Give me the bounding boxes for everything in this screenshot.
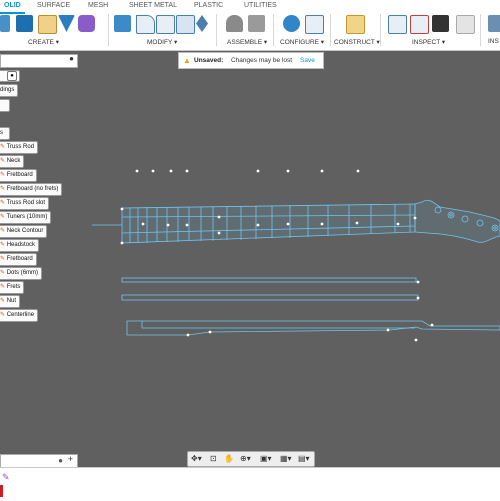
display-settings-icon[interactable]: ▣▾ bbox=[260, 453, 272, 465]
pan-icon[interactable]: ⊡ bbox=[210, 453, 217, 465]
headstock-outline[interactable] bbox=[414, 199, 500, 243]
timeline-bar: ✎ bbox=[0, 467, 500, 501]
navigation-bar: ✥▾ ⊡ ✋ ⊕▾ ▣▾ ▦▾ ▤▾ bbox=[187, 451, 315, 467]
timeline-marker-icon[interactable]: ✎ bbox=[2, 472, 10, 483]
comments-panel[interactable]: + ● bbox=[0, 454, 78, 468]
zoom-icon[interactable]: ⊕▾ bbox=[240, 453, 251, 465]
orbit-icon[interactable]: ✥▾ bbox=[191, 453, 202, 465]
grid-icon[interactable]: ▦▾ bbox=[280, 453, 292, 465]
sketch-points[interactable] bbox=[120, 169, 434, 342]
sketch-canvas[interactable] bbox=[0, 0, 500, 500]
viewports-icon[interactable]: ▤▾ bbox=[298, 453, 310, 465]
add-comment-icon[interactable]: + bbox=[68, 454, 73, 464]
timeline-playhead[interactable] bbox=[0, 485, 3, 497]
hand-icon[interactable]: ✋ bbox=[224, 453, 234, 465]
comments-toggle-dot-icon[interactable]: ● bbox=[58, 456, 63, 465]
truss-rod-profile[interactable] bbox=[121, 277, 417, 283]
fretboard-profile[interactable] bbox=[121, 294, 419, 301]
